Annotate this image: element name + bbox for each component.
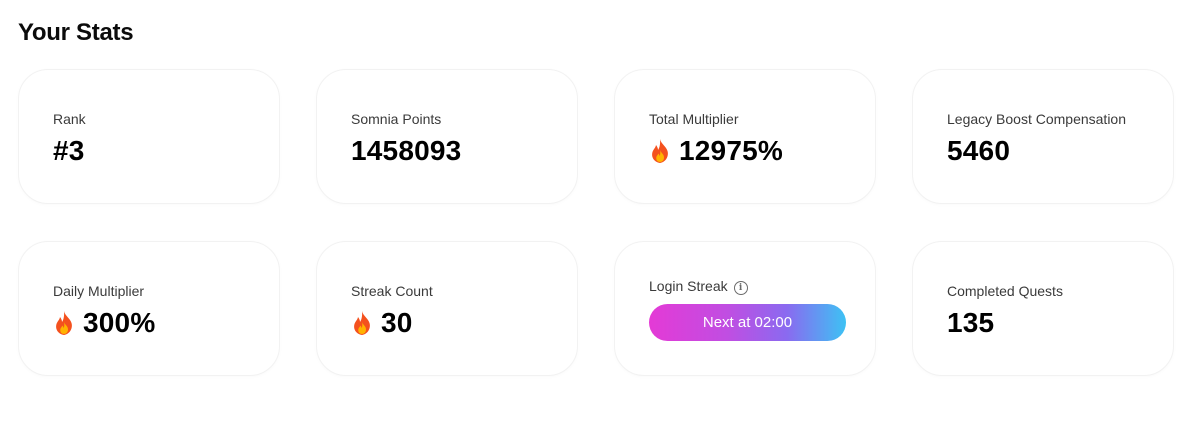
rank-value-row: #3 (53, 134, 85, 168)
login-streak-card: Login Streak i Next at 02:00 (614, 241, 876, 376)
legacy-boost-card: Legacy Boost Compensation 5460 (912, 69, 1174, 204)
legacy-boost-value: 5460 (947, 135, 1011, 166)
somnia-points-label: Somnia Points (351, 111, 442, 127)
daily-multiplier-label: Daily Multiplier (53, 283, 145, 299)
page-title: Your Stats (18, 19, 134, 46)
streak-count-card: Streak Count 30 (316, 241, 578, 376)
legacy-boost-label: Legacy Boost Compensation (947, 111, 1126, 127)
daily-multiplier-value-row: 300% (53, 306, 155, 340)
completed-quests-value-row: 135 (947, 306, 994, 340)
completed-quests-card: Completed Quests 135 (912, 241, 1174, 376)
total-multiplier-card: Total Multiplier 12975% (614, 69, 876, 204)
login-streak-label: Login Streak (649, 278, 728, 294)
next-login-button[interactable]: Next at 02:00 (649, 304, 846, 341)
total-multiplier-value: 12975% (679, 135, 783, 166)
daily-multiplier-value: 300% (83, 307, 156, 338)
fire-icon (649, 138, 671, 164)
rank-value: #3 (53, 135, 85, 166)
info-icon[interactable]: i (733, 281, 748, 295)
streak-count-value: 30 (381, 307, 413, 338)
login-streak-label-row: Login Streak i (649, 277, 748, 295)
total-multiplier-value-row: 12975% (649, 134, 783, 168)
fire-icon (351, 310, 373, 336)
rank-label: Rank (53, 111, 86, 127)
streak-count-value-row: 30 (351, 306, 413, 340)
legacy-boost-value-row: 5460 (947, 134, 1010, 168)
rank-card: Rank #3 (18, 69, 280, 204)
streak-count-label: Streak Count (351, 283, 433, 299)
fire-icon (53, 310, 75, 336)
completed-quests-label: Completed Quests (947, 283, 1063, 299)
somnia-points-card: Somnia Points 1458093 (316, 69, 578, 204)
completed-quests-value: 135 (947, 307, 995, 338)
somnia-points-value: 1458093 (351, 135, 462, 166)
total-multiplier-label: Total Multiplier (649, 111, 739, 127)
somnia-points-value-row: 1458093 (351, 134, 461, 168)
daily-multiplier-card: Daily Multiplier 300% (18, 241, 280, 376)
